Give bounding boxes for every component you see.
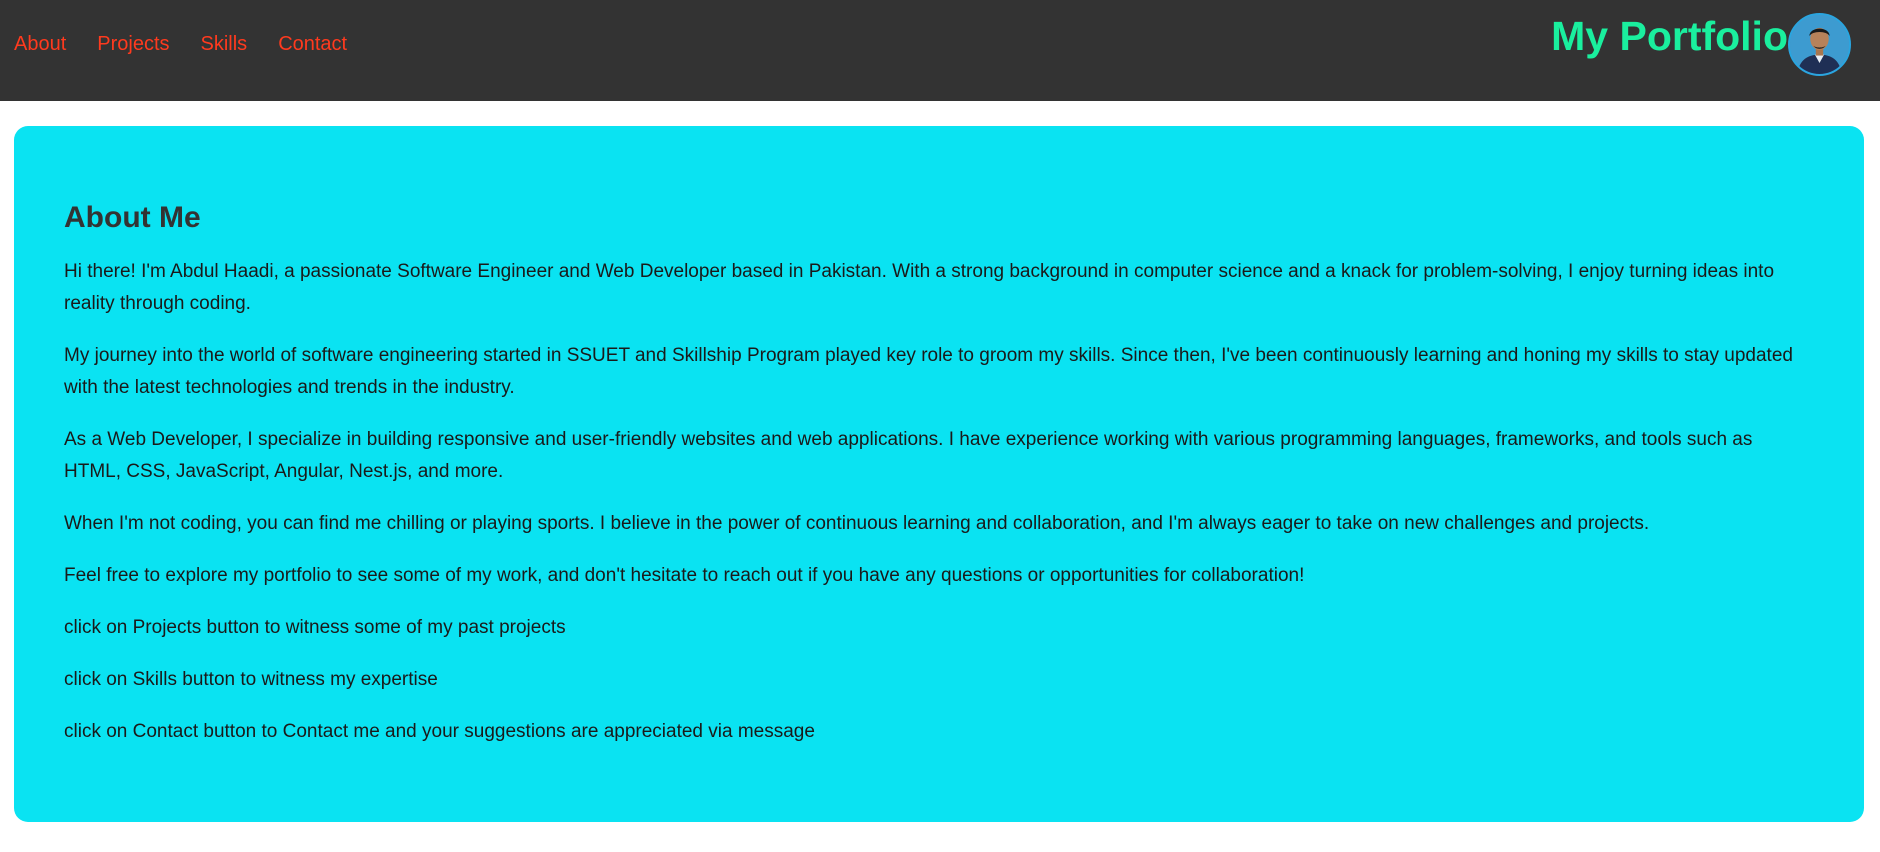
site-title: My Portfolio: [1551, 13, 1788, 59]
about-paragraph-explore: Feel free to explore my portfolio to see…: [64, 565, 1305, 586]
nav-link-contact[interactable]: Contact: [278, 30, 347, 58]
top-navbar: About Projects Skills Contact My Portfol…: [0, 0, 1880, 101]
about-paragraph-hobbies: When I'm not coding, you can find me chi…: [64, 513, 1650, 534]
about-hint-projects: click on Projects button to witness some…: [64, 617, 566, 638]
about-paragraph-intro: Hi there! I'm Abdul Haadi, a passionate …: [64, 261, 1775, 314]
avatar: [1788, 13, 1851, 76]
about-paragraph-journey: My journey into the world of software en…: [64, 345, 1793, 398]
about-hint-contact: click on Contact button to Contact me an…: [64, 721, 815, 742]
nav-link-projects[interactable]: Projects: [97, 30, 169, 58]
about-paragraph-specialty: As a Web Developer, I specialize in buil…: [64, 429, 1753, 482]
about-heading: About Me: [64, 201, 201, 234]
about-hint-skills: click on Skills button to witness my exp…: [64, 669, 438, 690]
nav-link-about[interactable]: About: [14, 30, 66, 58]
main-nav: About Projects Skills Contact: [14, 30, 347, 58]
nav-link-skills[interactable]: Skills: [201, 30, 248, 58]
profile-photo-icon: [1790, 15, 1849, 74]
about-section: About Me Hi there! I'm Abdul Haadi, a pa…: [14, 126, 1864, 822]
